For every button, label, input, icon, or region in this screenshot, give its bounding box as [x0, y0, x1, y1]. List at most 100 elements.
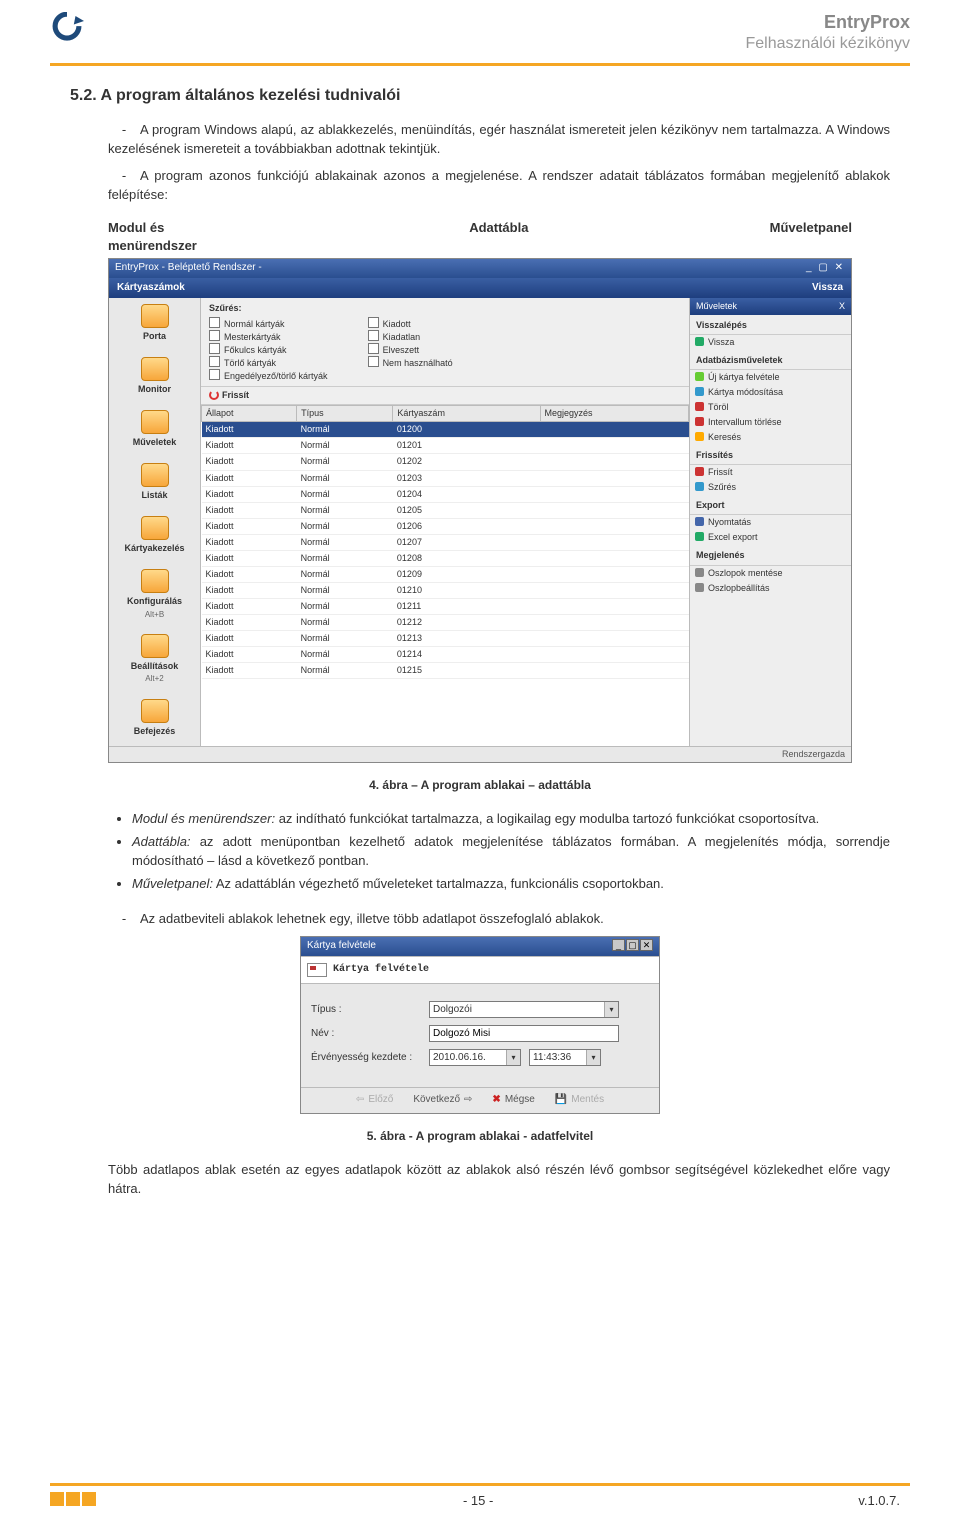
filter-checkbox[interactable]: Kiadatlan: [368, 330, 453, 343]
table-cell: [540, 614, 688, 630]
chevron-down-icon[interactable]: ▾: [604, 1002, 618, 1017]
product-name: EntryProx: [84, 12, 910, 33]
figure-caption-2: 5. ábra - A program ablakai - adatfelvit…: [70, 1128, 890, 1145]
filter-checkbox[interactable]: Törlő kártyák: [209, 356, 328, 369]
back-link[interactable]: Vissza: [812, 281, 843, 296]
para-3-text: Az adatbeviteli ablakok lehetnek egy, il…: [140, 911, 604, 926]
sidebar-module-listák[interactable]: Listák: [109, 457, 200, 510]
sidebar-module-porta[interactable]: Porta: [109, 298, 200, 351]
ops-item[interactable]: Kártya módosítása: [690, 385, 851, 400]
ops-item[interactable]: Nyomtatás: [690, 515, 851, 530]
chevron-down-icon[interactable]: ▾: [586, 1050, 600, 1065]
ops-item[interactable]: Frissít: [690, 465, 851, 480]
table-row[interactable]: KiadottNormál01215: [202, 663, 689, 679]
table-header-cell[interactable]: Megjegyzés: [540, 406, 688, 422]
ops-item-back[interactable]: Vissza: [690, 335, 851, 350]
filter-checkbox[interactable]: Normál kártyák: [209, 317, 328, 330]
ops-item-icon: [695, 417, 704, 426]
time-combo[interactable]: 11:43:36 ▾: [529, 1049, 601, 1066]
window-title: EntryProx - Beléptető Rendszer -: [115, 261, 262, 276]
table-cell: Normál: [297, 470, 393, 486]
prev-button[interactable]: ⇦Előző: [352, 1092, 397, 1109]
table-cell: 01212: [393, 614, 540, 630]
page-number: - 15 -: [463, 1493, 493, 1508]
dialog-titlebar: Kártya felvétele _▢✕: [301, 937, 659, 956]
blue-title: Kártyaszámok: [117, 281, 185, 296]
table-row[interactable]: KiadottNormál01202: [202, 454, 689, 470]
ops-item-icon: [695, 372, 704, 381]
table-row[interactable]: KiadottNormál01200: [202, 422, 689, 438]
filter-checkbox[interactable]: Kiadott: [368, 317, 453, 330]
header-rule: [50, 63, 910, 66]
bullet-item: Modul és menürendszer: az indítható funk…: [132, 810, 890, 829]
min-icon[interactable]: _: [612, 939, 625, 951]
close-icon[interactable]: ✕: [640, 939, 653, 951]
sidebar-module-kártyakezelés[interactable]: Kártyakezelés: [109, 510, 200, 563]
name-input[interactable]: [429, 1025, 619, 1042]
type-combo[interactable]: Dolgozói ▾: [429, 1001, 619, 1018]
sidebar-module-befejezés[interactable]: Befejezés: [109, 693, 200, 746]
cancel-button[interactable]: ✖Mégse: [488, 1092, 538, 1109]
ops-item[interactable]: Szűrés: [690, 480, 851, 495]
ops-item[interactable]: Intervallum törlése: [690, 415, 851, 430]
table-row[interactable]: KiadottNormál01201: [202, 438, 689, 454]
filter-checkbox[interactable]: Nem használható: [368, 356, 453, 369]
ops-item[interactable]: Töröl: [690, 400, 851, 415]
ops-item[interactable]: Új kártya felvétele: [690, 370, 851, 385]
save-button[interactable]: 💾Mentés: [551, 1092, 608, 1109]
table-cell: Kiadott: [202, 438, 297, 454]
table-header-cell[interactable]: Típus: [297, 406, 393, 422]
window-controls[interactable]: _ ▢ ✕: [806, 261, 845, 276]
table-row[interactable]: KiadottNormál01207: [202, 534, 689, 550]
dialog-window-controls[interactable]: _▢✕: [611, 939, 653, 954]
label-table: Adattábla: [469, 219, 528, 257]
window-titlebar: EntryProx - Beléptető Rendszer - _ ▢ ✕: [109, 259, 851, 278]
ops-sec-view: Megjelenés: [690, 545, 851, 565]
ops-item[interactable]: Oszlopbeállítás: [690, 581, 851, 596]
ops-item[interactable]: Excel export: [690, 530, 851, 545]
filter-checkbox[interactable]: Főkulcs kártyák: [209, 343, 328, 356]
max-icon[interactable]: ▢: [626, 939, 639, 951]
date-combo[interactable]: 2010.06.16. ▾: [429, 1049, 521, 1066]
table-cell: 01203: [393, 470, 540, 486]
table-row[interactable]: KiadottNormál01206: [202, 518, 689, 534]
chevron-down-icon[interactable]: ▾: [506, 1050, 520, 1065]
sidebar-module-beállítások[interactable]: BeállításokAlt+2: [109, 628, 200, 693]
table-header-cell[interactable]: Kártyaszám: [393, 406, 540, 422]
table-row[interactable]: KiadottNormál01209: [202, 566, 689, 582]
filter-checkbox[interactable]: Mesterkártyák: [209, 330, 328, 343]
ops-item[interactable]: Oszlopok mentése: [690, 566, 851, 581]
table-row[interactable]: KiadottNormál01214: [202, 647, 689, 663]
dash-bullet: -: [108, 167, 140, 186]
table-cell: Kiadott: [202, 534, 297, 550]
table-row[interactable]: KiadottNormál01208: [202, 550, 689, 566]
table-row[interactable]: KiadottNormál01213: [202, 631, 689, 647]
sidebar-module-monitor[interactable]: Monitor: [109, 351, 200, 404]
table-row[interactable]: KiadottNormál01204: [202, 486, 689, 502]
filter-checkbox[interactable]: Elveszett: [368, 343, 453, 356]
table-header-cell[interactable]: Állapot: [202, 406, 297, 422]
table-cell: [540, 454, 688, 470]
refresh-icon[interactable]: [209, 390, 219, 400]
table-cell: 01205: [393, 502, 540, 518]
table-row[interactable]: KiadottNormál01205: [202, 502, 689, 518]
table-cell: 01207: [393, 534, 540, 550]
table-row[interactable]: KiadottNormál01210: [202, 582, 689, 598]
dash-bullet: -: [108, 910, 140, 929]
data-table[interactable]: ÁllapotTípusKártyaszámMegjegyzés Kiadott…: [201, 405, 689, 679]
filter-checkbox[interactable]: Engedélyező/törlő kártyák: [209, 369, 328, 382]
para-3: -Az adatbeviteli ablakok lehetnek egy, i…: [70, 910, 890, 929]
table-row[interactable]: KiadottNormál01212: [202, 614, 689, 630]
sidebar-module-műveletek[interactable]: Műveletek: [109, 404, 200, 457]
ops-item[interactable]: Keresés: [690, 430, 851, 445]
field-row-validity: Érvényesség kezdete : 2010.06.16. ▾ 11:4…: [311, 1049, 649, 1066]
table-row[interactable]: KiadottNormál01211: [202, 598, 689, 614]
table-cell: 01200: [393, 422, 540, 438]
ops-close-icon[interactable]: X: [839, 300, 845, 313]
sidebar-module-konfigurálás[interactable]: KonfigurálásAlt+B: [109, 563, 200, 628]
refresh-label[interactable]: Frissít: [222, 390, 249, 400]
table-cell: [540, 502, 688, 518]
next-button[interactable]: Következő⇨: [409, 1092, 476, 1109]
filter-panel: Szűrés: Normál kártyákMesterkártyákFőkul…: [201, 298, 689, 387]
table-row[interactable]: KiadottNormál01203: [202, 470, 689, 486]
